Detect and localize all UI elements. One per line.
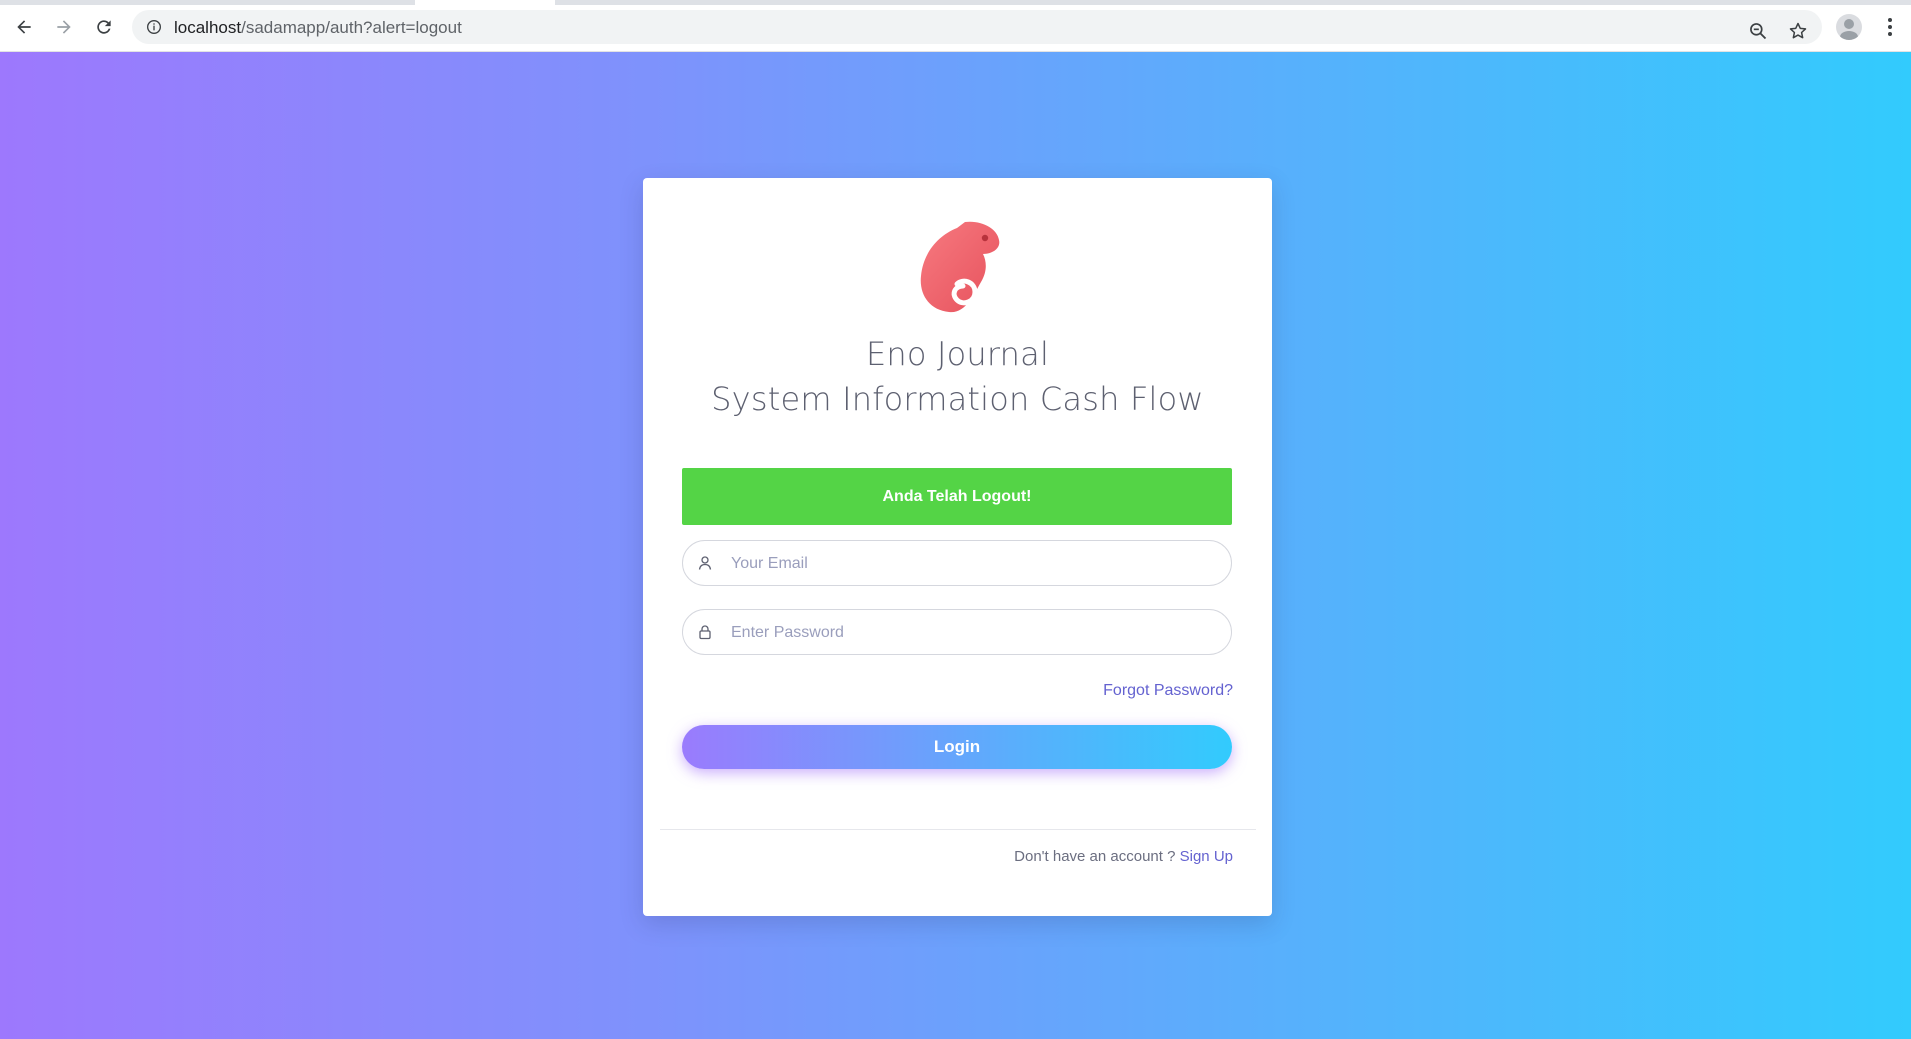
reload-icon (97, 20, 111, 34)
url-host: localhost (174, 18, 242, 37)
zoom-icon (1750, 23, 1767, 40)
app-subtitle: System Information Cash Flow (711, 380, 1204, 418)
signup-link[interactable]: Sign Up (1180, 848, 1233, 865)
browser-toolbar: localhost/sadamapp/auth?alert=logout (0, 0, 1911, 52)
arrow-right-icon (57, 20, 71, 34)
login-card: Eno Journal System Information Cash Flow… (643, 178, 1272, 916)
menu-dots-icon (1888, 18, 1892, 36)
lock-icon (699, 625, 711, 640)
browser-menu-button[interactable] (1878, 14, 1902, 40)
url-text[interactable]: localhost/sadamapp/auth?alert=logout (174, 18, 462, 38)
user-icon (698, 556, 712, 570)
forgot-password-link[interactable]: Forgot Password? (1103, 682, 1233, 700)
signup-prompt-text: Don't have an account ? (1014, 848, 1176, 865)
app-title: Eno Journal (865, 335, 1050, 373)
zoom-button[interactable] (1746, 19, 1770, 43)
arrow-left-icon (17, 20, 31, 34)
forward-button[interactable] (49, 12, 79, 42)
tab-strip (0, 0, 1911, 5)
profile-icon (1840, 19, 1858, 40)
bookmark-button[interactable] (1786, 19, 1810, 43)
profile-avatar[interactable] (1836, 14, 1862, 40)
divider (660, 829, 1256, 830)
info-icon[interactable] (146, 19, 162, 35)
signup-prompt-row: Don't have an account ? Sign Up (1014, 848, 1233, 865)
password-field[interactable] (682, 609, 1232, 656)
chameleon-logo-icon (920, 221, 1000, 313)
page-background: Eno Journal System Information Cash Flow… (0, 52, 1911, 1039)
password-input[interactable] (729, 610, 1213, 656)
active-tab[interactable] (415, 0, 555, 5)
back-button[interactable] (9, 12, 39, 42)
login-button[interactable]: Login (682, 725, 1232, 769)
star-icon (1789, 22, 1807, 39)
url-path: /sadamapp/auth?alert=logout (241, 18, 462, 37)
address-bar[interactable]: localhost/sadamapp/auth?alert=logout (132, 10, 1822, 44)
reload-button[interactable] (89, 12, 119, 42)
logout-alert: Anda Telah Logout! (682, 468, 1232, 525)
email-input[interactable] (729, 541, 1213, 587)
email-field[interactable] (682, 540, 1232, 587)
